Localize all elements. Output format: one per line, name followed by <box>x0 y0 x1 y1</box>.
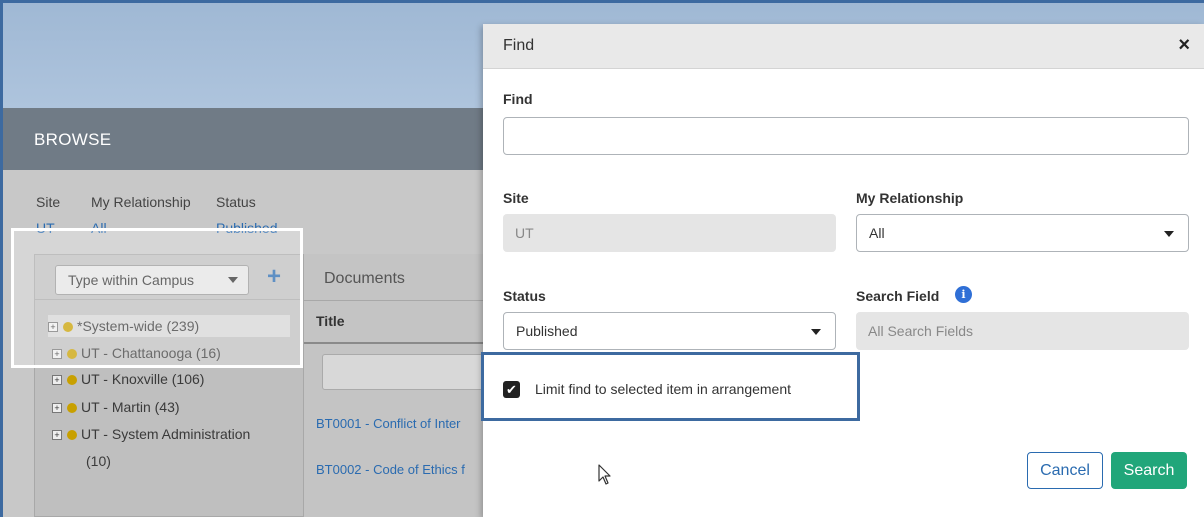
tree-node-label: UT - Martin (43) <box>81 399 180 415</box>
expand-icon[interactable]: + <box>52 375 62 386</box>
tree-node-label: UT - Knoxville (106) <box>81 371 205 387</box>
frame-border <box>0 0 3 517</box>
info-icon[interactable]: i <box>955 286 972 303</box>
tree-node-count: (10) <box>86 453 111 469</box>
highlight-box-tree <box>11 228 303 368</box>
expand-icon[interactable]: + <box>52 430 62 441</box>
close-icon[interactable]: × <box>1178 34 1190 56</box>
column-header-title[interactable]: Title <box>316 313 345 329</box>
filter-site-label: Site <box>36 194 61 210</box>
status-dot-icon <box>67 403 77 414</box>
search-field-select: All Search Fields <box>856 312 1189 350</box>
expand-icon[interactable]: + <box>52 403 62 414</box>
tree-node-label: UT - System Administration <box>81 426 251 442</box>
status-select[interactable]: Published <box>503 312 836 350</box>
relationship-value: All <box>869 225 885 241</box>
status-dot-icon <box>67 430 77 441</box>
status-label: Status <box>503 288 546 304</box>
limit-find-label[interactable]: Limit find to selected item in arrangeme… <box>535 381 791 397</box>
limit-find-checkbox[interactable]: ✔ <box>503 381 520 398</box>
documents-filter-input[interactable] <box>322 354 502 390</box>
mouse-pointer-icon <box>598 464 612 491</box>
chevron-down-icon <box>811 329 821 335</box>
find-input[interactable] <box>503 117 1189 155</box>
dialog-header: Find × <box>483 24 1204 69</box>
relationship-select[interactable]: All <box>856 214 1189 252</box>
cancel-button[interactable]: Cancel <box>1027 452 1103 489</box>
filter-relationship-label: My Relationship <box>91 194 191 210</box>
find-label: Find <box>503 91 533 107</box>
browse-title: BROWSE <box>34 130 112 149</box>
document-link[interactable]: BT0001 - Conflict of Inter <box>316 416 461 431</box>
find-dialog: Find × Find Site UT My Relationship All … <box>481 24 1204 517</box>
chevron-down-icon <box>1164 231 1174 237</box>
status-dot-icon <box>67 375 77 386</box>
tree-node-system-administration[interactable]: + UT - System Administration <box>52 423 250 445</box>
relationship-label: My Relationship <box>856 190 964 206</box>
documents-title: Documents <box>324 270 405 287</box>
dialog-title: Find <box>503 37 535 54</box>
frame-border <box>0 0 1204 3</box>
filter-status-label: Status <box>216 194 256 210</box>
tree-node-martin[interactable]: + UT - Martin (43) <box>52 396 180 418</box>
search-button[interactable]: Search <box>1111 452 1187 489</box>
tree-node-knoxville[interactable]: + UT - Knoxville (106) <box>52 368 204 390</box>
status-value: Published <box>516 323 578 339</box>
documents-panel: Documents Title BT0001 - Conflict of Int… <box>304 254 504 517</box>
document-link[interactable]: BT0002 - Code of Ethics f <box>316 462 465 477</box>
documents-table-header: Title <box>304 300 504 344</box>
site-field: UT <box>503 214 836 252</box>
site-label: Site <box>503 190 529 206</box>
search-field-label: Search Field <box>856 288 940 304</box>
